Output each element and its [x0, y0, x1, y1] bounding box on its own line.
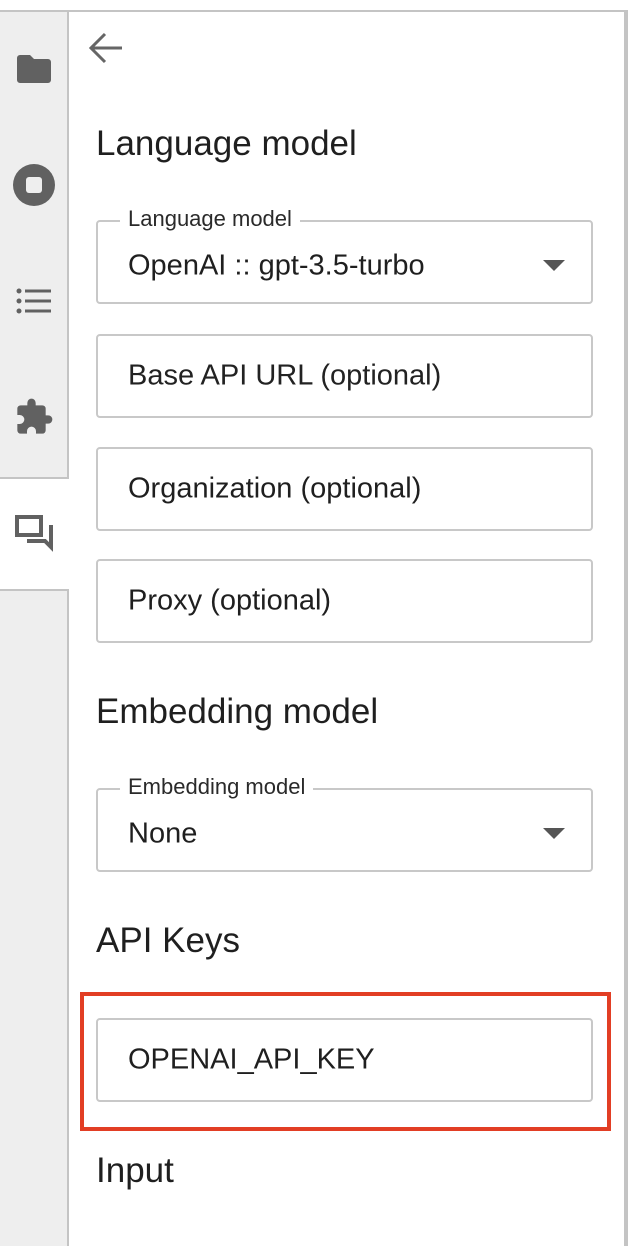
- chat-icon: [14, 515, 53, 552]
- stop-circle-icon: [12, 164, 55, 206]
- language-model-select[interactable]: Language model OpenAI :: gpt-3.5-turbo: [96, 206, 593, 304]
- extension-puzzle-icon: [16, 398, 52, 434]
- organization-placeholder: Organization (optional): [128, 472, 422, 505]
- dropdown-caret-icon: [543, 260, 565, 271]
- embedding-model-select[interactable]: Embedding model None: [96, 774, 593, 872]
- language-model-label: Language model: [120, 206, 300, 232]
- openai-api-key-input[interactable]: OPENAI_API_KEY: [96, 1018, 593, 1102]
- folder-icon: [16, 55, 51, 83]
- input-heading: Input: [96, 1151, 174, 1190]
- embedding-model-label: Embedding model: [120, 774, 314, 800]
- language-model-value: OpenAI :: gpt-3.5-turbo: [128, 249, 425, 282]
- dropdown-caret-icon: [543, 828, 565, 839]
- tab-chat[interactable]: [0, 477, 69, 591]
- tab-running[interactable]: [0, 128, 67, 242]
- arrow-left-icon: [88, 32, 122, 64]
- tab-files[interactable]: [0, 12, 67, 126]
- language-model-heading: Language model: [96, 124, 357, 163]
- base-api-url-input[interactable]: Base API URL (optional): [96, 334, 593, 418]
- base-api-url-placeholder: Base API URL (optional): [128, 359, 442, 392]
- proxy-input[interactable]: Proxy (optional): [96, 559, 593, 643]
- back-button[interactable]: [86, 30, 126, 66]
- proxy-placeholder: Proxy (optional): [128, 584, 332, 617]
- scrollbar[interactable]: [624, 12, 628, 1246]
- embedding-model-heading: Embedding model: [96, 692, 379, 731]
- list-icon: [16, 288, 51, 314]
- openai-api-key-label: OPENAI_API_KEY: [128, 1043, 375, 1076]
- tab-extensions[interactable]: [0, 360, 67, 474]
- tab-toc[interactable]: [0, 244, 67, 358]
- sidebar: [0, 12, 69, 1246]
- organization-input[interactable]: Organization (optional): [96, 447, 593, 531]
- api-keys-heading: API Keys: [96, 921, 240, 960]
- embedding-model-value: None: [128, 817, 198, 850]
- top-border: [0, 10, 628, 12]
